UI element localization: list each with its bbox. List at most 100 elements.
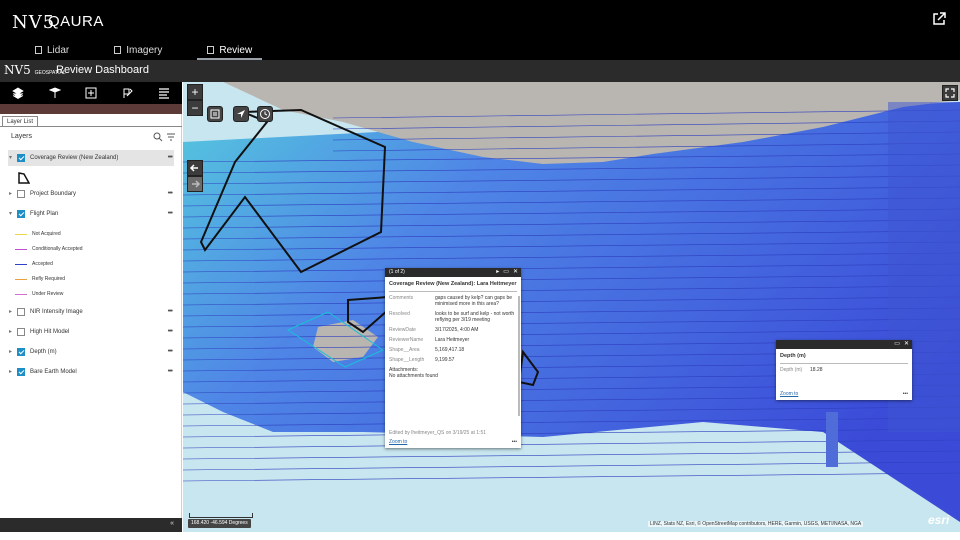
legend-line-swatch	[15, 248, 27, 250]
previous-extent-button[interactable]	[187, 160, 203, 176]
layer-item-nir-intensity[interactable]: ▸ NIR Intensity Image •••	[0, 304, 182, 320]
list-icon[interactable]	[158, 87, 170, 99]
layer-options-icon[interactable]: •••	[168, 368, 173, 375]
add-data-icon[interactable]	[85, 87, 97, 99]
layer-visibility-checkbox[interactable]	[17, 210, 25, 218]
legend-line-swatch	[15, 263, 27, 265]
more-options-icon[interactable]: •••	[903, 391, 908, 397]
layers-icon[interactable]	[12, 87, 24, 99]
legend-line-swatch	[15, 293, 27, 295]
legend-line-swatch	[15, 233, 27, 235]
layer-visibility-checkbox[interactable]	[17, 368, 25, 376]
popup-counter: (1 of 2)	[389, 269, 405, 275]
arrow-left-icon	[189, 164, 198, 172]
tab-page-icon	[114, 46, 122, 54]
search-icon[interactable]	[153, 132, 163, 142]
layer-visibility-checkbox[interactable]	[17, 328, 25, 336]
app-tabs: Lidar Imagery Review	[0, 40, 262, 60]
layer-list-panel: Layer List Layers ▾ Coverage Review (New…	[0, 114, 182, 518]
expand-caret-icon[interactable]: ▸	[9, 191, 15, 197]
expand-caret-icon[interactable]: ▸	[9, 369, 15, 375]
popup-title: Coverage Review (New Zealand): Lara Heit…	[389, 281, 517, 287]
next-extent-button[interactable]	[187, 176, 203, 192]
popup-divider	[389, 291, 517, 292]
field-value: 9,199.57	[435, 357, 455, 363]
layer-item-high-hit-model[interactable]: ▸ High Hit Model •••	[0, 324, 182, 340]
collapse-panel-button[interactable]: «	[170, 520, 174, 527]
attachments-section: Attachments: No attachments found	[385, 363, 521, 379]
legend-label: Not Acquired	[32, 231, 61, 237]
field-key: Comments	[389, 295, 414, 301]
layer-options-icon[interactable]: •••	[168, 210, 173, 217]
layer-item-flight-plan[interactable]: ▾ Flight Plan •••	[0, 206, 182, 222]
more-options-icon[interactable]: •••	[512, 439, 517, 445]
edit-icon[interactable]	[121, 87, 134, 99]
expand-caret-icon[interactable]: ▾	[9, 155, 15, 161]
close-icon[interactable]: ✕	[513, 268, 518, 277]
layer-options-icon[interactable]: •••	[168, 308, 173, 315]
attachments-value: No attachments found	[389, 373, 438, 379]
layer-visibility-checkbox[interactable]	[17, 348, 25, 356]
history-button[interactable]	[257, 106, 273, 122]
layer-visibility-checkbox[interactable]	[17, 308, 25, 316]
layer-visibility-checkbox[interactable]	[17, 190, 25, 198]
tab-imagery[interactable]: Imagery	[104, 40, 172, 60]
legend-item: Conditionally Accepted	[15, 243, 83, 255]
map-canvas[interactable]	[183, 82, 960, 532]
filter-icon[interactable]	[166, 132, 176, 142]
map-view[interactable]: + − 168.420 -46.594 Degrees LINZ, Stats …	[183, 82, 960, 532]
popup-footer: Zoom to •••	[780, 391, 908, 397]
layer-item-depth[interactable]: ▸ Depth (m) •••	[0, 344, 182, 360]
zoom-out-button[interactable]: −	[187, 100, 203, 116]
toolbar-strip	[0, 104, 182, 114]
layer-item-bare-earth-model[interactable]: ▸ Bare Earth Model •••	[0, 364, 182, 380]
fullscreen-button[interactable]	[942, 85, 958, 101]
expand-caret-icon[interactable]: ▸	[9, 309, 15, 315]
widget-toolbar	[0, 82, 182, 104]
field-value: 5,169,417.18	[435, 347, 465, 353]
dock-icon[interactable]: ▭	[503, 268, 509, 277]
popup-header: (1 of 2) ▸ ▭ ✕	[385, 268, 521, 277]
layer-name: NIR Intensity Image	[30, 309, 83, 315]
legend-item: Accepted	[15, 258, 53, 270]
app-window: NV5 QAURA Lidar Imagery Review NV5 GEOSP…	[0, 0, 960, 540]
open-external-icon[interactable]	[932, 12, 946, 26]
layer-options-icon[interactable]: •••	[168, 328, 173, 335]
field-value: Lara Heitmeyer	[435, 337, 470, 343]
expand-caret-icon[interactable]: ▸	[9, 349, 15, 355]
layer-options-icon[interactable]: •••	[168, 348, 173, 355]
popup-fields: Depth (m) 18.28	[776, 367, 912, 373]
close-icon[interactable]: ✕	[904, 340, 909, 349]
locate-button[interactable]	[233, 106, 249, 122]
tab-review[interactable]: Review	[197, 40, 262, 60]
zoom-in-button[interactable]: +	[187, 84, 203, 100]
tab-lidar[interactable]: Lidar	[25, 40, 79, 60]
legend-icon[interactable]	[48, 87, 61, 99]
legend-line-swatch	[15, 278, 27, 280]
expand-caret-icon[interactable]: ▸	[9, 329, 15, 335]
next-feature-icon[interactable]: ▸	[496, 268, 499, 277]
dock-icon[interactable]: ▭	[894, 340, 900, 349]
layer-options-icon[interactable]: •••	[168, 190, 173, 197]
scale-bar	[189, 513, 253, 518]
top-bar: NV5 QAURA Lidar Imagery Review	[0, 0, 960, 60]
edit-tool-button[interactable]	[207, 106, 223, 122]
dashboard-header: NV5 GEOSPATIAL Review Dashboard	[0, 60, 960, 82]
layer-list-tab[interactable]: Layer List	[2, 116, 39, 126]
panel-footer: «	[0, 518, 182, 532]
popup-controls: ▭ ✕	[894, 340, 909, 349]
edit-info: Edited by lheitmeyer_QS on 3/19/25 at 1:…	[389, 430, 487, 436]
tab-label: Imagery	[126, 44, 163, 56]
map-attribution: LINZ, Stats NZ, Esri, © OpenStreetMap co…	[648, 521, 864, 527]
zoom-to-link[interactable]: Zoom to	[780, 391, 798, 397]
expand-caret-icon[interactable]: ▾	[9, 211, 15, 217]
zoom-to-link[interactable]: Zoom to	[389, 439, 407, 445]
layer-item-coverage-review[interactable]: ▾ Coverage Review (New Zealand) •••	[8, 150, 174, 166]
layer-visibility-checkbox[interactable]	[17, 154, 25, 162]
layer-options-icon[interactable]: •••	[168, 154, 173, 161]
layer-item-project-boundary[interactable]: ▸ Project Boundary •••	[0, 186, 182, 202]
popup-scrollbar[interactable]	[518, 296, 520, 416]
field-value: gaps caused by kelp? can gaps be minimis…	[435, 295, 512, 307]
tab-label: Lidar	[47, 44, 70, 56]
field-key: Resolved	[389, 311, 410, 317]
